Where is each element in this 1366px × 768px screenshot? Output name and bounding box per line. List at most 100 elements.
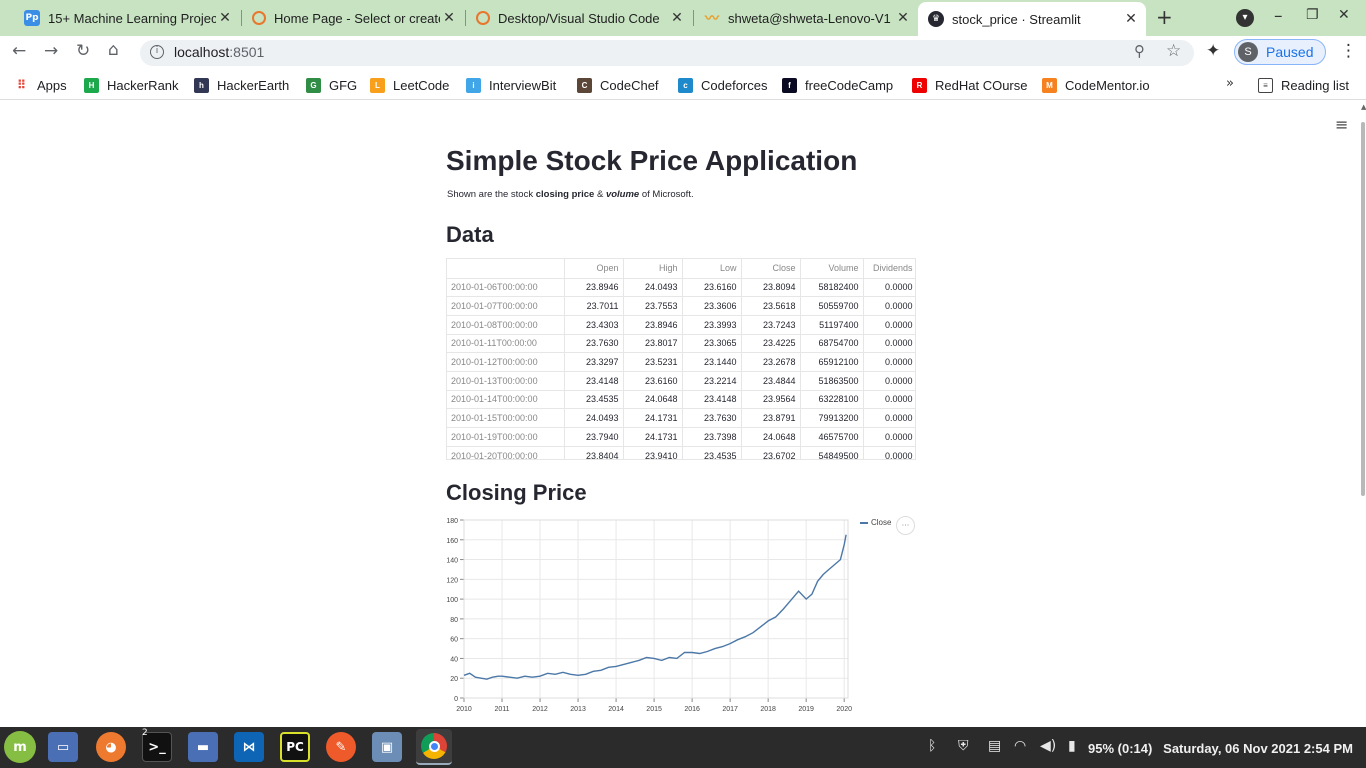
reload-icon[interactable]: ↻ <box>76 43 90 60</box>
url-host: localhost <box>174 44 230 60</box>
address-bar[interactable] <box>140 40 1194 66</box>
reading-list-button[interactable]: ≡ Reading list <box>1258 76 1349 94</box>
shield-icon[interactable]: ⛨ <box>958 738 969 754</box>
tab-vscode[interactable]: Desktop/Visual Studio Code ✕ <box>466 4 692 32</box>
table-row[interactable]: 2010-01-20T00:00:00 23.8404 23.9410 23.4535… <box>447 446 915 459</box>
back-icon[interactable]: ← <box>12 43 26 60</box>
browser-menu-icon[interactable]: ⋮ <box>1340 43 1357 60</box>
tray-status[interactable]: 95% (0:14) Saturday, 06 Nov 2021 2:54 PM <box>1088 741 1353 756</box>
column-header[interactable] <box>447 259 565 279</box>
table-row[interactable]: 2010-01-13T00:00:00 23.4148 23.6160 23.2214… <box>447 371 915 391</box>
minimize-icon[interactable]: – <box>1274 8 1283 25</box>
show-desktop-icon[interactable]: ▭ <box>48 732 78 762</box>
column-header[interactable]: Close <box>741 259 801 279</box>
column-header[interactable]: Open <box>564 259 624 279</box>
table-row[interactable]: 2010-01-12T00:00:00 23.3297 23.5231 23.1440… <box>447 352 915 372</box>
volume-icon[interactable]: ◀) <box>1040 738 1056 754</box>
table-cell: 50559700 <box>800 296 864 316</box>
data-heading: Data <box>446 222 494 247</box>
row-index: 2010-01-19T00:00:00 <box>447 427 565 447</box>
closing-price-chart[interactable]: 0 20 40 60 80 100 120 140 160 180 2010 2011 2012 2013… <box>446 512 876 718</box>
scroll-up-icon[interactable]: ▲ <box>1361 104 1366 111</box>
wifi-icon[interactable]: ◠ <box>1014 738 1026 754</box>
bookmark-favicon-icon: h <box>194 77 209 93</box>
bookmark-hackerrank[interactable]: H HackerRank <box>84 76 179 94</box>
zoom-icon[interactable]: ⚲ <box>1134 44 1145 59</box>
data-table[interactable]: Open High Low Close Volume Dividends 2010-01-… <box>446 258 916 460</box>
tab-title: 15+ Machine Learning Projects <box>48 10 216 26</box>
close-tab-icon[interactable]: ✕ <box>1122 11 1140 27</box>
subtitle-text: Shown are the stock <box>447 189 536 200</box>
close-window-icon[interactable]: ✕ <box>1338 8 1350 22</box>
bookmark-codementor-io[interactable]: M CodeMentor.io <box>1042 76 1150 94</box>
more-bookmarks-icon[interactable]: » <box>1226 77 1234 90</box>
close-tab-icon[interactable]: ✕ <box>894 10 912 26</box>
table-row[interactable]: 2010-01-11T00:00:00 23.7630 23.8017 23.3065… <box>447 334 915 354</box>
close-tab-icon[interactable]: ✕ <box>216 10 234 26</box>
firefox-icon[interactable]: ◕ <box>96 732 126 762</box>
column-header[interactable]: Dividends <box>863 259 915 279</box>
clipboard-icon[interactable]: ▤ <box>988 738 1001 754</box>
bookmark-leetcode[interactable]: L LeetCode <box>370 76 449 94</box>
new-tab-icon[interactable]: + <box>1156 7 1173 27</box>
bookmark-favicon-icon: G <box>306 77 321 93</box>
tab-terminal[interactable]: 〰 shweta@shweta-Lenovo-V1 ✕ <box>694 4 918 32</box>
profile-button[interactable]: S Paused <box>1234 39 1326 65</box>
bookmark-favicon-icon: f <box>782 77 797 93</box>
table-row[interactable]: 2010-01-14T00:00:00 23.4535 24.0648 23.4148… <box>447 390 915 410</box>
page-subtitle: Shown are the stock closing price & volu… <box>447 189 694 200</box>
extensions-icon[interactable]: ✦ <box>1206 43 1220 60</box>
restore-icon[interactable]: ❐ <box>1306 8 1319 22</box>
table-cell: 23.2214 <box>682 371 742 391</box>
vscode-icon[interactable]: ⋈ <box>234 732 264 762</box>
bookmark-codeforces[interactable]: c Codeforces <box>678 76 767 94</box>
chart-menu-button[interactable]: ··· <box>896 516 915 535</box>
table-row[interactable]: 2010-01-19T00:00:00 23.7940 24.1731 23.7398… <box>447 427 915 447</box>
tab-streamlit-active[interactable]: ♛ stock_price · Streamlit ✕ <box>918 2 1146 36</box>
bookmark-label: RedHat COurse <box>935 77 1028 93</box>
bookmark-apps[interactable]: ⠿ Apps <box>14 76 67 94</box>
files-icon[interactable]: ▬ <box>188 732 218 762</box>
bookmark-redhat-course[interactable]: R RedHat COurse <box>912 76 1027 94</box>
battery-icon[interactable]: ▮ <box>1068 738 1076 754</box>
scrollbar-thumb[interactable] <box>1361 122 1365 496</box>
tab-ml-projects[interactable]: Pp 15+ Machine Learning Projects ✕ <box>14 4 240 32</box>
close-tab-icon[interactable]: ✕ <box>668 10 686 26</box>
site-info-icon[interactable]: i <box>150 45 164 59</box>
bookmark-label: HackerEarth <box>217 77 290 93</box>
vm-icon[interactable]: ▣ <box>372 732 402 762</box>
forward-icon[interactable]: → <box>44 43 58 60</box>
x-tick-label: 2011 <box>494 706 509 713</box>
bookmark-codechef[interactable]: C CodeChef <box>577 76 659 94</box>
mint-menu-icon[interactable]: m <box>4 731 36 763</box>
table-cell: 23.2678 <box>741 352 801 372</box>
bookmark-hackerearth[interactable]: h HackerEarth <box>194 76 289 94</box>
bluetooth-icon[interactable]: ᛒ <box>928 738 936 754</box>
column-header[interactable]: Low <box>682 259 742 279</box>
table-row[interactable]: 2010-01-06T00:00:00 23.8946 24.0493 23.6160… <box>447 278 915 298</box>
bookmark-favicon-icon: L <box>370 77 385 93</box>
tab-search-icon[interactable]: ▾ <box>1236 9 1254 27</box>
table-row[interactable]: 2010-01-08T00:00:00 23.4303 23.8946 23.3993… <box>447 315 915 335</box>
bookmark-gfg[interactable]: G GFG <box>306 76 357 94</box>
row-index: 2010-01-07T00:00:00 <box>447 296 565 316</box>
table-cell: 23.4844 <box>741 371 801 391</box>
home-icon[interactable]: ⌂ <box>108 42 119 59</box>
y-tick-label: 180 <box>446 518 458 525</box>
column-header[interactable]: Volume <box>800 259 864 279</box>
bookmark-interviewbit[interactable]: i InterviewBit <box>466 76 556 94</box>
close-tab-icon[interactable]: ✕ <box>440 10 458 26</box>
column-header[interactable]: High <box>623 259 683 279</box>
bookmark-favicon-icon: H <box>84 77 99 93</box>
postman-icon[interactable]: ✎ <box>326 732 356 762</box>
bookmark-freecodecamp[interactable]: f freeCodeCamp <box>782 76 893 94</box>
app-menu-icon[interactable]: ≡ <box>1335 115 1348 134</box>
chrome-taskbar-button[interactable] <box>416 729 452 765</box>
x-tick-label: 2015 <box>646 706 662 713</box>
table-row[interactable]: 2010-01-07T00:00:00 23.7011 23.7553 23.3606… <box>447 296 915 316</box>
pycharm-icon[interactable]: PC <box>280 732 310 762</box>
bookmark-star-icon[interactable]: ☆ <box>1166 43 1181 60</box>
profile-status: Paused <box>1266 44 1314 60</box>
table-row[interactable]: 2010-01-15T00:00:00 24.0493 24.1731 23.7630… <box>447 408 915 428</box>
tab-home-page[interactable]: Home Page - Select or create ✕ <box>242 4 464 32</box>
